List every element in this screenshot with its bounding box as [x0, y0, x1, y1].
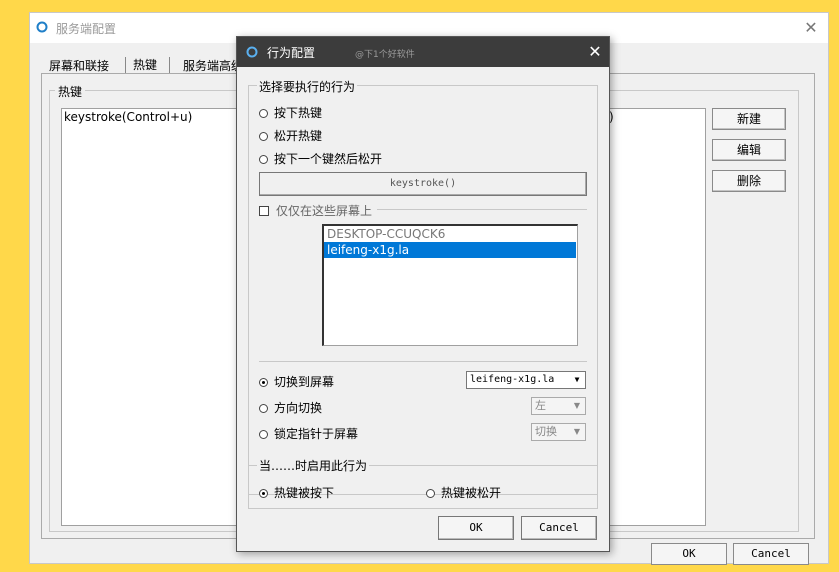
radio-button-selected[interactable] [259, 378, 268, 387]
screen-list-item-selected[interactable]: leifeng-x1g.la [324, 242, 576, 258]
direction-select[interactable]: 左 ▼ [531, 397, 586, 415]
screen-select[interactable]: leifeng-x1g.la ▼ [466, 371, 586, 389]
radio-button[interactable] [259, 430, 268, 439]
close-icon[interactable]: ✕ [800, 17, 822, 39]
radio-label: 锁定指针于屏幕 [274, 427, 359, 441]
close-icon[interactable]: ✕ [585, 41, 605, 63]
tab-server-advanced[interactable]: 服务端高级 [183, 57, 243, 74]
hotkey-group-label: 热键 [55, 83, 86, 100]
screen-list-item[interactable]: DESKTOP-CCUQCK6 [327, 227, 445, 241]
radio-button-selected[interactable] [259, 489, 268, 498]
radio-label: 热键被松开 [441, 486, 502, 500]
radio-press-hotkey[interactable]: 按下热键 [259, 104, 322, 121]
chevron-down-icon[interactable]: ▼ [571, 374, 583, 386]
behavior-config-dialog: 行为配置 @下1个好软件 ✕ 选择要执行的行为 按下热键 松开热键 按下一个键然… [236, 36, 610, 552]
radio-switch-to-screen[interactable]: 切换到屏幕 [259, 373, 334, 390]
dialog-title: 行为配置 [267, 46, 316, 60]
app-ring-icon [36, 21, 48, 33]
radio-button[interactable] [259, 155, 268, 164]
watermark: @下1个好软件 [355, 50, 415, 60]
checkbox-label: 仅仅在这些屏幕上 [276, 204, 373, 218]
radio-label: 按下一个键然后松开 [274, 152, 383, 166]
radio-direction-switch[interactable]: 方向切换 [259, 399, 322, 416]
radio-label: 松开热键 [274, 129, 323, 143]
delete-button[interactable]: 删除 [712, 170, 786, 192]
radio-button[interactable] [259, 404, 268, 413]
select-value: 切换 [535, 425, 557, 438]
dialog-cancel-button[interactable]: Cancel [521, 516, 597, 540]
dialog-ok-button[interactable]: OK [438, 516, 514, 540]
edit-button[interactable]: 编辑 [712, 139, 786, 161]
radio-label: 方向切换 [274, 401, 323, 415]
main-cancel-button[interactable]: Cancel [733, 543, 809, 565]
chevron-down-icon[interactable]: ▼ [571, 400, 583, 412]
main-ok-button[interactable]: OK [651, 543, 727, 565]
new-button[interactable]: 新建 [712, 108, 786, 130]
checkbox[interactable] [259, 206, 269, 216]
radio-label: 按下热键 [274, 106, 323, 120]
radio-button[interactable] [259, 132, 268, 141]
dialog-title-bar[interactable]: 行为配置 @下1个好软件 ✕ [237, 37, 609, 67]
radio-hotkey-released[interactable]: 热键被松开 [426, 484, 501, 501]
tab-hotkeys[interactable]: 热键 [133, 56, 157, 73]
tab-screens-links[interactable]: 屏幕和联接 [49, 57, 109, 74]
hotkey-list-item[interactable]: keystroke(Control+u) [64, 110, 192, 124]
behavior-frame-label: 选择要执行的行为 [257, 78, 358, 95]
only-screens-checkbox[interactable]: 仅仅在这些屏幕上 [259, 202, 372, 219]
radio-button[interactable] [426, 489, 435, 498]
tab-separator [125, 57, 126, 73]
main-window-title: 服务端配置 [56, 22, 117, 36]
tab-separator [169, 57, 170, 73]
app-ring-icon [246, 46, 258, 58]
radio-hotkey-pressed[interactable]: 热键被按下 [259, 484, 334, 501]
lock-select[interactable]: 切换 ▼ [531, 423, 586, 441]
keystroke-button[interactable]: keystroke() [259, 172, 587, 196]
radio-press-key-then-release[interactable]: 按下一个键然后松开 [259, 150, 382, 167]
select-value: 左 [535, 399, 546, 412]
radio-button[interactable] [259, 109, 268, 118]
radio-label: 热键被按下 [274, 486, 335, 500]
select-value: leifeng-x1g.la [470, 374, 555, 385]
radio-release-hotkey[interactable]: 松开热键 [259, 127, 322, 144]
radio-label: 切换到屏幕 [274, 375, 335, 389]
chevron-down-icon[interactable]: ▼ [571, 426, 583, 438]
divider [377, 209, 587, 210]
when-frame-label: 当……时启用此行为 [257, 457, 370, 474]
divider [259, 361, 587, 362]
radio-lock-cursor[interactable]: 锁定指针于屏幕 [259, 425, 358, 442]
